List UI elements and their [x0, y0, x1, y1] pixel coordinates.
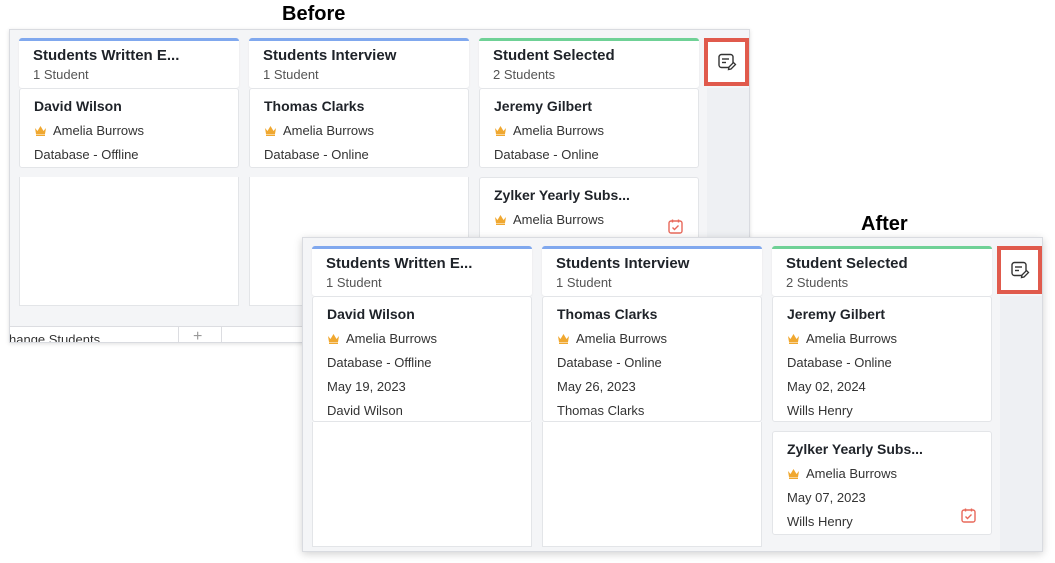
column-count: 1 Student [33, 67, 89, 82]
card-title: Zylker Yearly Subs... [787, 441, 923, 457]
column-header[interactable]: Students Written E... 1 Student [312, 246, 532, 296]
column-header[interactable]: Student Selected 2 Students [772, 246, 992, 296]
card-date: May 19, 2023 [327, 379, 406, 394]
card-owner: Amelia Burrows [283, 123, 375, 138]
card-mode: Database - Offline [34, 147, 139, 162]
column-body: Jeremy Gilbert Amelia Burrows Database -… [772, 296, 992, 551]
calendar-check-icon[interactable] [960, 507, 977, 524]
card-title: Thomas Clarks [264, 98, 365, 114]
deal-card[interactable]: Zylker Yearly Subs... Amelia Burrows May… [772, 431, 992, 535]
tab-divider [178, 327, 179, 342]
column-title: Student Selected [493, 47, 615, 64]
card-date: May 02, 2024 [787, 379, 866, 394]
card-title: David Wilson [327, 306, 415, 322]
card-mode: Database - Online [787, 355, 892, 370]
card-title: Jeremy Gilbert [787, 306, 886, 322]
column-count: 2 Students [493, 67, 556, 82]
card-contact: Wills Henry [787, 403, 853, 418]
column-count: 2 Students [786, 275, 849, 290]
card-owner: Amelia Burrows [513, 212, 605, 227]
card-title: Thomas Clarks [557, 306, 658, 322]
crown-icon [788, 469, 799, 479]
column-student-selected: Student Selected 2 Students [772, 246, 992, 296]
column-students-interview: Students Interview 1 Student [249, 38, 469, 88]
column-students-written-exam: Students Written E... 1 Student [19, 38, 239, 88]
deal-card[interactable]: Jeremy Gilbert Amelia Burrows Database -… [772, 296, 992, 422]
crown-icon [265, 126, 276, 136]
edit-view-button[interactable] [997, 246, 1042, 294]
board-scroll-area [1000, 296, 1042, 551]
column-title: Students Written E... [326, 255, 473, 272]
deal-card[interactable]: David Wilson Amelia Burrows Database - O… [312, 296, 532, 422]
column-title: Students Interview [556, 255, 690, 272]
deal-card[interactable]: Jeremy Gilbert Amelia Burrows Database -… [479, 88, 699, 168]
card-contact: Wills Henry [787, 514, 853, 529]
column-student-selected: Student Selected 2 Students [479, 38, 699, 88]
deal-card[interactable]: David Wilson Amelia Burrows Database - O… [19, 88, 239, 168]
card-owner: Amelia Burrows [53, 123, 145, 138]
crown-icon [788, 334, 799, 344]
card-mode: Database - Online [557, 355, 662, 370]
after-caption: After [861, 213, 908, 235]
column-header[interactable]: Student Selected 2 Students [479, 38, 699, 88]
crown-icon [558, 334, 569, 344]
column-body: David Wilson Amelia Burrows Database - O… [312, 296, 532, 551]
column-title: Student Selected [786, 255, 908, 272]
card-mode: Database - Online [494, 147, 599, 162]
column-empty-area [19, 177, 239, 306]
card-owner: Amelia Burrows [346, 331, 438, 346]
card-title: David Wilson [34, 98, 122, 114]
card-mode: Database - Online [264, 147, 369, 162]
pipeline-tab-label[interactable]: hange Students [10, 332, 100, 342]
card-owner: Amelia Burrows [513, 123, 605, 138]
crown-icon [328, 334, 339, 344]
column-count: 1 Student [556, 275, 612, 290]
column-header[interactable]: Students Interview 1 Student [249, 38, 469, 88]
column-students-written-exam: Students Written E... 1 Student [312, 246, 532, 296]
deal-card[interactable]: Thomas Clarks Amelia Burrows Database - … [542, 296, 762, 422]
card-title: Jeremy Gilbert [494, 98, 593, 114]
column-students-interview: Students Interview 1 Student [542, 246, 762, 296]
deal-card[interactable]: Thomas Clarks Amelia Burrows Database - … [249, 88, 469, 168]
column-empty-area [312, 422, 532, 547]
crown-icon [495, 126, 506, 136]
column-header[interactable]: Students Interview 1 Student [542, 246, 762, 296]
column-body: David Wilson Amelia Burrows Database - O… [19, 88, 239, 306]
column-count: 1 Student [263, 67, 319, 82]
column-title: Students Written E... [33, 47, 180, 64]
before-caption: Before [282, 3, 346, 25]
column-title: Students Interview [263, 47, 397, 64]
column-header[interactable]: Students Written E... 1 Student [19, 38, 239, 88]
after-kanban-board: Students Written E... 1 Student David Wi… [302, 237, 1043, 552]
card-owner: Amelia Burrows [806, 331, 898, 346]
card-owner: Amelia Burrows [576, 331, 668, 346]
edit-note-icon [717, 53, 736, 71]
column-body: Thomas Clarks Amelia Burrows Database - … [542, 296, 762, 551]
calendar-check-icon[interactable] [667, 218, 684, 235]
edit-view-button[interactable] [704, 38, 749, 86]
edit-note-icon [1010, 261, 1029, 279]
tab-divider [221, 327, 222, 342]
add-pipeline-button[interactable]: + [193, 328, 202, 342]
crown-icon [495, 215, 506, 225]
card-contact: David Wilson [327, 403, 403, 418]
card-mode: Database - Offline [327, 355, 432, 370]
card-title: Zylker Yearly Subs... [494, 187, 630, 203]
card-contact: Thomas Clarks [557, 403, 645, 418]
crown-icon [35, 126, 46, 136]
column-count: 1 Student [326, 275, 382, 290]
card-date: May 07, 2023 [787, 490, 866, 505]
card-date: May 26, 2023 [557, 379, 636, 394]
column-empty-area [542, 422, 762, 547]
card-owner: Amelia Burrows [806, 466, 898, 481]
